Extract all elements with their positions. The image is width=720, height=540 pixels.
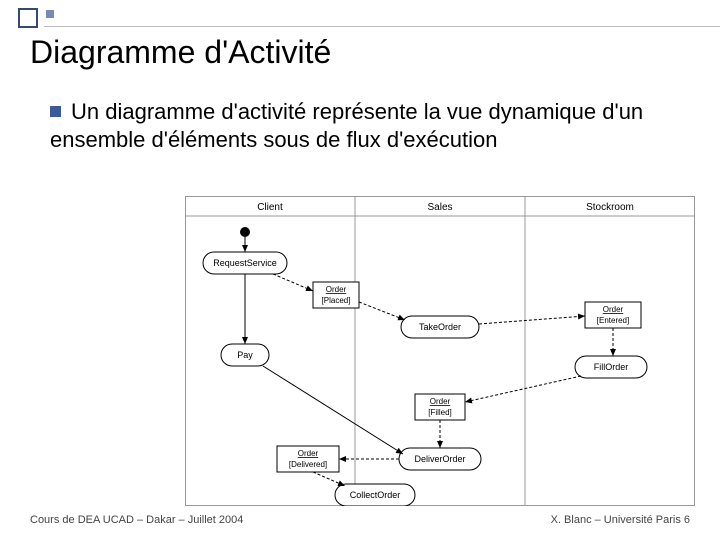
square-icon xyxy=(46,10,54,18)
object-name: Order xyxy=(298,449,319,458)
swimlane-header: Stockroom xyxy=(586,202,634,213)
activity-label: TakeOrder xyxy=(419,322,461,332)
object-state: [Placed] xyxy=(322,296,351,305)
bullet-icon xyxy=(50,106,61,117)
slide: Diagramme d'Activité Un diagramme d'acti… xyxy=(0,0,720,540)
swimlane-header: Client xyxy=(257,202,283,213)
bullet-text: Un diagramme d'activité représente la vu… xyxy=(50,99,643,152)
activity-label: RequestService xyxy=(213,258,277,268)
object-name: Order xyxy=(430,397,451,406)
footer-left: Cours de DEA UCAD – Dakar – Juillet 2004 xyxy=(30,514,243,526)
swimlane-header: Sales xyxy=(427,202,452,213)
bullet-paragraph: Un diagramme d'activité représente la vu… xyxy=(50,98,680,154)
activity-label: DeliverOrder xyxy=(414,454,465,464)
activity-label: FillOrder xyxy=(594,362,629,372)
page-title: Diagramme d'Activité xyxy=(30,34,331,71)
object-state: [Entered] xyxy=(597,316,629,325)
divider xyxy=(44,26,720,27)
activity-diagram: Client Sales Stockroom RequestService Or… xyxy=(185,196,695,506)
object-state: [Filled] xyxy=(428,408,452,417)
decoration-squares xyxy=(18,8,54,28)
activity-label: CollectOrder xyxy=(350,490,401,500)
square-icon xyxy=(18,8,38,28)
activity-label: Pay xyxy=(237,350,253,360)
footer-right: X. Blanc – Université Paris 6 xyxy=(551,514,690,526)
object-state: [Delivered] xyxy=(289,460,327,469)
initial-node-icon xyxy=(240,227,250,237)
object-name: Order xyxy=(603,305,624,314)
object-name: Order xyxy=(326,285,347,294)
